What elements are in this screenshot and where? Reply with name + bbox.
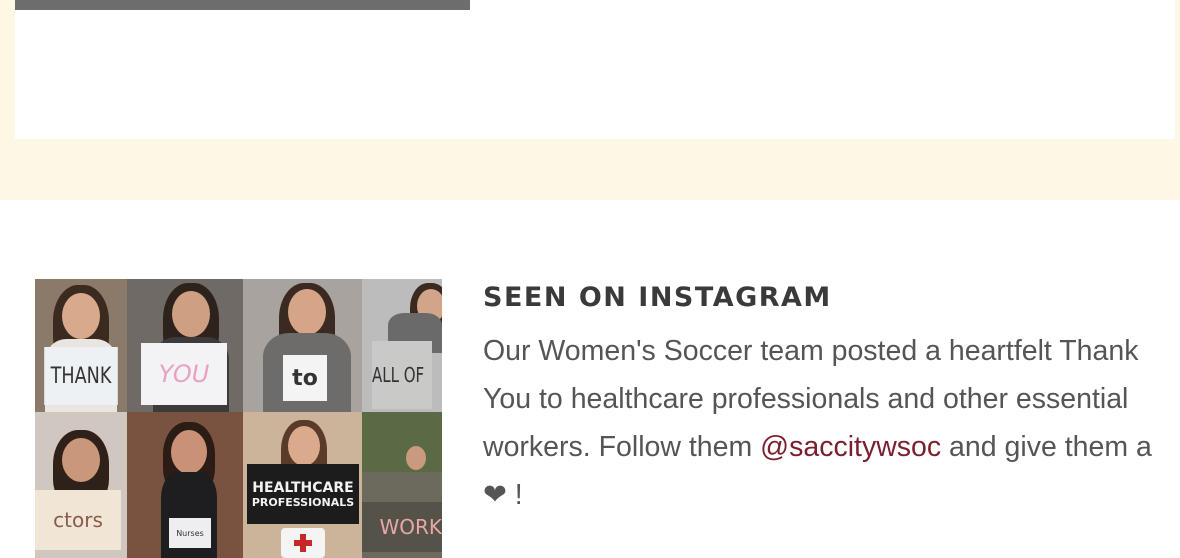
heart-icon: ❤: [483, 479, 507, 511]
collage-tile-doctors: ctors: [35, 412, 127, 558]
first-aid-kit-icon: [281, 528, 325, 558]
sign-thank: THANK: [44, 347, 118, 405]
sign-workers: WORK: [362, 502, 442, 552]
collage-tile-healthcare: HEALTHCARE PROFESSIONALS: [243, 412, 362, 558]
collage-tile-to: to: [243, 279, 362, 412]
sign-doctors: ctors: [35, 490, 121, 550]
instagram-photo-collage[interactable]: THANK YOU to ALL OF ctors Nurses HEALTHC…: [35, 279, 442, 558]
collage-tile-workers: WORK: [362, 412, 442, 558]
collage-tile-thank: THANK: [35, 279, 127, 412]
sign-to: to: [283, 355, 327, 401]
description-text-end: !: [506, 479, 523, 511]
sign-healthcare-text: HEALTHCARE: [252, 479, 354, 496]
instagram-handle-link[interactable]: @saccitywsoc: [760, 431, 941, 463]
sign-professionals-text: PROFESSIONALS: [251, 495, 355, 509]
collage-tile-all-of: ALL OF: [362, 279, 442, 412]
content-card: [15, 0, 1175, 139]
sign-you: YOU: [141, 343, 227, 405]
description-text-after: and give them a: [941, 431, 1152, 463]
instagram-heading: SEEN ON INSTAGRAM: [483, 282, 832, 313]
instagram-description: Our Women's Soccer team posted a heartfe…: [483, 327, 1163, 519]
sign-healthcare-professionals: HEALTHCARE PROFESSIONALS: [247, 464, 359, 524]
media-bottom-bar: [15, 0, 470, 10]
collage-tile-you: YOU: [127, 279, 243, 412]
sign-all-of: ALL OF: [372, 341, 432, 409]
sign-nurses: Nurses: [169, 518, 211, 548]
collage-tile-nurses: Nurses: [127, 412, 243, 558]
